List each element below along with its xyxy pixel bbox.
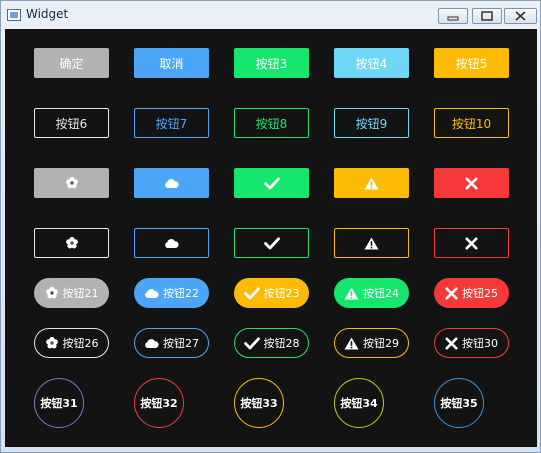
button-label: 按钮28 bbox=[263, 337, 300, 350]
close-icon bbox=[465, 177, 478, 190]
button-24[interactable]: 按钮24 bbox=[334, 278, 409, 308]
title-bar[interactable]: Widget bbox=[1, 1, 540, 29]
button-4[interactable]: 按钮4 bbox=[334, 48, 409, 78]
button-label: 按钮4 bbox=[355, 56, 388, 71]
button-19[interactable] bbox=[334, 228, 409, 258]
warning-icon bbox=[344, 287, 359, 300]
button-label: 按钮35 bbox=[440, 397, 478, 410]
button-label: 按钮25 bbox=[462, 287, 498, 300]
button-12[interactable] bbox=[134, 168, 209, 198]
button-22[interactable]: 按钮22 bbox=[134, 278, 209, 308]
widget-window: Widget 确定 取消 按钮3 按钮4 按钮5 按钮6 按钮7 按钮8 按钮9 按钮10 按钮21… bbox=[0, 0, 541, 453]
button-20[interactable] bbox=[434, 228, 509, 258]
button-label: 按钮6 bbox=[55, 116, 88, 131]
button-10[interactable]: 按钮10 bbox=[434, 108, 509, 138]
button-23[interactable]: 按钮23 bbox=[234, 278, 309, 308]
button-label: 按钮21 bbox=[62, 287, 99, 300]
button-34[interactable]: 按钮34 bbox=[334, 378, 384, 428]
button-5[interactable]: 按钮5 bbox=[434, 48, 509, 78]
button-label: 按钮27 bbox=[163, 337, 199, 350]
button-35[interactable]: 按钮35 bbox=[434, 378, 484, 428]
close-icon bbox=[445, 337, 458, 350]
window-title: Widget bbox=[26, 7, 69, 21]
button-label: 按钮5 bbox=[455, 56, 488, 71]
button-30[interactable]: 按钮30 bbox=[434, 328, 509, 358]
button-21[interactable]: 按钮21 bbox=[34, 278, 109, 308]
button-14[interactable] bbox=[334, 168, 409, 198]
cloud-icon bbox=[144, 338, 159, 349]
button-16[interactable] bbox=[34, 228, 109, 258]
button-31[interactable]: 按钮31 bbox=[34, 378, 84, 428]
button-3[interactable]: 按钮3 bbox=[234, 48, 309, 78]
button-7[interactable]: 按钮7 bbox=[134, 108, 209, 138]
button-27[interactable]: 按钮27 bbox=[134, 328, 209, 358]
button-label: 取消 bbox=[159, 56, 184, 71]
button-1[interactable]: 确定 bbox=[34, 48, 109, 78]
button-29[interactable]: 按钮29 bbox=[334, 328, 409, 358]
button-label: 按钮26 bbox=[62, 337, 99, 350]
button-label: 按钮30 bbox=[462, 337, 498, 350]
button-label: 按钮9 bbox=[355, 116, 388, 131]
button-15[interactable] bbox=[434, 168, 509, 198]
button-11[interactable] bbox=[34, 168, 109, 198]
button-label: 按钮22 bbox=[163, 287, 199, 300]
check-icon bbox=[263, 236, 280, 250]
cloud-icon bbox=[144, 288, 159, 299]
button-label: 按钮31 bbox=[40, 397, 78, 410]
button-label: 按钮7 bbox=[155, 116, 188, 131]
close-icon bbox=[465, 237, 478, 250]
button-label: 确定 bbox=[59, 56, 84, 71]
close-window-icon bbox=[515, 11, 526, 21]
button-13[interactable] bbox=[234, 168, 309, 198]
warning-icon bbox=[364, 237, 379, 250]
button-6[interactable]: 按钮6 bbox=[34, 108, 109, 138]
button-canvas: 确定 取消 按钮3 按钮4 按钮5 按钮6 按钮7 按钮8 按钮9 按钮10 按钮21 按钮22 按钮2… bbox=[5, 29, 537, 447]
maximize-button[interactable] bbox=[472, 8, 502, 24]
button-25[interactable]: 按钮25 bbox=[434, 278, 509, 308]
button-26[interactable]: 按钮26 bbox=[34, 328, 109, 358]
warning-icon bbox=[364, 177, 379, 190]
cloud-icon bbox=[164, 238, 179, 249]
warning-icon bbox=[344, 337, 359, 350]
close-window-button[interactable] bbox=[504, 8, 537, 24]
button-label: 按钮24 bbox=[363, 287, 399, 300]
button-2[interactable]: 取消 bbox=[134, 48, 209, 78]
maximize-icon bbox=[481, 11, 493, 21]
cloud-icon bbox=[164, 178, 179, 189]
button-17[interactable] bbox=[134, 228, 209, 258]
button-8[interactable]: 按钮8 bbox=[234, 108, 309, 138]
minimize-icon bbox=[447, 16, 459, 21]
flower-icon bbox=[45, 286, 59, 300]
button-label: 按钮3 bbox=[255, 56, 288, 71]
minimize-button[interactable] bbox=[438, 8, 468, 24]
button-label: 按钮34 bbox=[340, 397, 378, 410]
check-icon bbox=[243, 286, 260, 300]
button-18[interactable] bbox=[234, 228, 309, 258]
button-32[interactable]: 按钮32 bbox=[134, 378, 184, 428]
button-28[interactable]: 按钮28 bbox=[234, 328, 309, 358]
check-icon bbox=[243, 336, 260, 350]
button-label: 按钮23 bbox=[263, 287, 300, 300]
flower-icon bbox=[45, 336, 59, 350]
check-icon bbox=[263, 176, 280, 190]
button-label: 按钮10 bbox=[451, 116, 492, 131]
app-icon bbox=[7, 9, 21, 21]
button-label: 按钮33 bbox=[240, 397, 278, 410]
close-icon bbox=[445, 287, 458, 300]
flower-icon bbox=[65, 236, 79, 250]
button-33[interactable]: 按钮33 bbox=[234, 378, 284, 428]
button-label: 按钮29 bbox=[363, 337, 399, 350]
button-label: 按钮8 bbox=[255, 116, 288, 131]
flower-icon bbox=[65, 176, 79, 190]
button-label: 按钮32 bbox=[140, 397, 178, 410]
button-9[interactable]: 按钮9 bbox=[334, 108, 409, 138]
